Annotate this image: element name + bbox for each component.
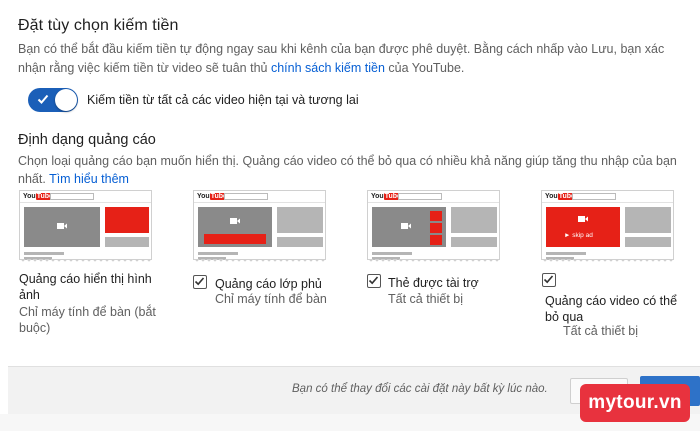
skippable-video-ads-title: Quảng cáo video có thể bỏ qua bbox=[545, 294, 678, 324]
monetization-description: Bạn có thể bắt đầu kiếm tiền tự động nga… bbox=[18, 42, 665, 75]
display-ads-title: Quảng cáo hiển thị hình ảnh bbox=[19, 272, 152, 302]
learn-more-link[interactable]: Tìm hiểu thêm bbox=[49, 172, 129, 186]
video-camera-icon bbox=[57, 223, 67, 229]
check-icon bbox=[37, 94, 49, 104]
footer-note: Bạn có thể thay đổi các cài đặt này bất … bbox=[292, 383, 548, 395]
checkmark-icon bbox=[194, 277, 205, 286]
mytour-watermark: mytour.vn bbox=[580, 384, 690, 422]
skip-ad-label: ► skip ad bbox=[564, 232, 593, 239]
skippable-video-ads-checkbox[interactable] bbox=[542, 273, 556, 287]
ad-formats-description: Chọn loại quảng cáo bạn muốn hiển thị. Q… bbox=[18, 154, 677, 186]
overlay-ads-preview: YouTube bbox=[193, 190, 326, 264]
sponsored-cards-checkbox[interactable] bbox=[367, 274, 381, 288]
display-ads-subtitle: Chỉ máy tính để bàn (bắt buộc) bbox=[19, 305, 156, 335]
overlay-ads-subtitle: Chỉ máy tính để bàn bbox=[215, 292, 327, 306]
checkmark-icon bbox=[368, 276, 379, 285]
ad-formats-title: Định dạng quảng cáo bbox=[18, 132, 156, 148]
sponsored-cards-title: Thẻ được tài trợ bbox=[388, 276, 479, 290]
overlay-ads-title: Quảng cáo lớp phủ bbox=[215, 277, 322, 291]
skippable-video-ads-subtitle: Tất cả thiết bị bbox=[563, 324, 639, 338]
toggle-label: Kiếm tiền từ tất cả các video hiện tại v… bbox=[87, 93, 359, 107]
display-ads-preview: YouTube bbox=[19, 190, 152, 264]
video-camera-icon bbox=[230, 218, 240, 224]
monetize-all-toggle-row: Kiếm tiền từ tất cả các video hiện tại v… bbox=[28, 88, 359, 112]
monetization-policy-link[interactable]: chính sách kiếm tiền bbox=[271, 61, 385, 75]
video-camera-icon bbox=[401, 223, 411, 229]
sponsored-cards-subtitle: Tất cả thiết bị bbox=[388, 292, 464, 306]
overlay-ads-checkbox[interactable] bbox=[193, 275, 207, 289]
video-camera-icon bbox=[578, 216, 588, 222]
monetization-title: Đặt tùy chọn kiếm tiền bbox=[18, 17, 179, 34]
skippable-video-ads-preview: YouTube ► skip ad bbox=[541, 190, 674, 264]
toggle-knob bbox=[55, 89, 77, 111]
checkmark-icon bbox=[543, 275, 554, 284]
monetize-all-toggle[interactable] bbox=[28, 88, 78, 112]
sponsored-cards-preview: YouTube bbox=[367, 190, 500, 264]
